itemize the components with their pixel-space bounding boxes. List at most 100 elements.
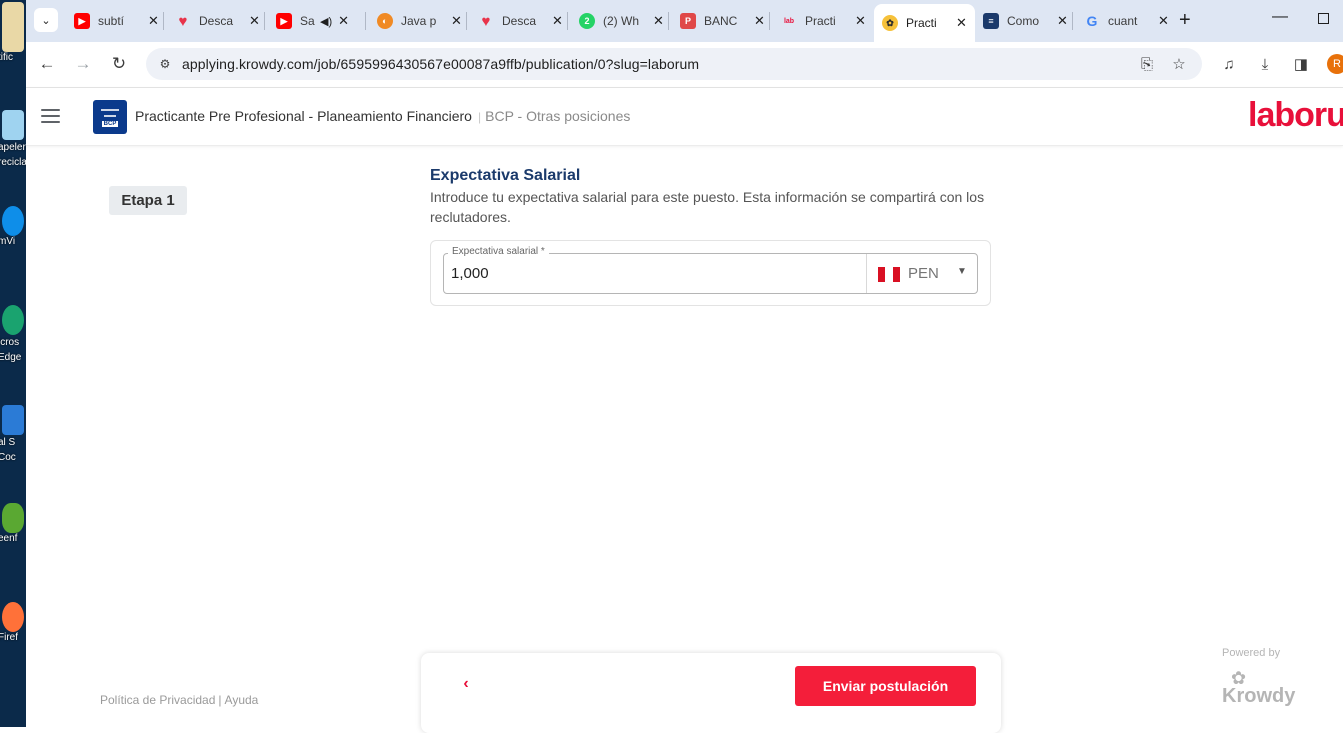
tab-practi-active[interactable]: ✿ Practi ✕ bbox=[874, 4, 975, 42]
previous-button[interactable]: ‹ bbox=[455, 673, 477, 695]
folder-icon bbox=[2, 2, 24, 52]
stage-badge: Etapa 1 bbox=[109, 186, 187, 215]
salary-input[interactable]: 1,000 bbox=[451, 265, 489, 282]
close-icon[interactable]: ✕ bbox=[1158, 13, 1169, 29]
close-icon[interactable]: ✕ bbox=[653, 13, 664, 29]
close-icon[interactable]: ✕ bbox=[855, 13, 866, 29]
heart-icon: ♥ bbox=[178, 12, 188, 30]
desktop-item-firefox[interactable]: Firef bbox=[0, 602, 26, 643]
close-icon[interactable]: ✕ bbox=[249, 13, 260, 29]
tab-title: Desca bbox=[502, 14, 537, 28]
salary-card: Expectativa salarial * 1,000 PEN ▼ bbox=[430, 240, 991, 306]
tab-laborum[interactable]: lab Practi ✕ bbox=[773, 6, 874, 36]
bookmark-star-icon[interactable]: ☆ bbox=[1170, 55, 1188, 73]
speaker-icon[interactable]: ◀) bbox=[320, 15, 332, 28]
tab-title: subtí bbox=[98, 14, 125, 28]
tab-youtube-2[interactable]: ▶ Sa ◀) ✕ bbox=[268, 6, 369, 36]
page-header: BCP Practicante Pre Profesional - Planea… bbox=[26, 88, 1343, 146]
section-description: Introduce tu expectativa salarial para e… bbox=[430, 189, 985, 225]
site-info-icon[interactable]: ⚙ bbox=[156, 55, 174, 73]
section-title: Expectativa Salarial bbox=[430, 167, 581, 184]
close-icon[interactable]: ✕ bbox=[451, 13, 462, 29]
minimize-button[interactable]: — bbox=[1272, 8, 1288, 26]
teamviewer-icon bbox=[2, 206, 24, 236]
tab-strip: ⌄ ▶ subtí ✕ ♥ Desca ✕ ▶ Sa ◀) ✕ ◐ Java p… bbox=[26, 0, 1343, 42]
bee-icon: ✿ bbox=[882, 15, 898, 31]
install-app-icon[interactable]: ⎘ bbox=[1138, 55, 1156, 73]
google-icon: G bbox=[1086, 13, 1098, 29]
tab-title: Practi bbox=[906, 16, 937, 30]
tab-title: Java p bbox=[401, 14, 437, 28]
youtube-icon: ▶ bbox=[74, 13, 90, 29]
tab-title: Desca bbox=[199, 14, 234, 28]
job-title: Practicante Pre Profesional - Planeamien… bbox=[135, 108, 472, 124]
desktop-item-label: al S Coc bbox=[0, 437, 16, 463]
profile-avatar[interactable]: R bbox=[1327, 54, 1343, 74]
forward-arrow-icon[interactable]: → bbox=[72, 53, 94, 75]
edge-icon bbox=[2, 305, 24, 335]
salary-field-label: Expectativa salarial * bbox=[448, 246, 549, 257]
tab-title: Como bbox=[1007, 14, 1040, 28]
reload-icon[interactable]: ↻ bbox=[108, 53, 130, 75]
tab-descarga-2[interactable]: ♥ Desca ✕ bbox=[470, 6, 571, 36]
footer-links: Política de Privacidad | Ayuda bbox=[100, 693, 259, 707]
submit-application-button[interactable]: Enviar postulación bbox=[795, 666, 976, 706]
tab-title: Practi bbox=[805, 14, 836, 28]
desktop-item-label: tific bbox=[0, 52, 13, 63]
company-logo: BCP bbox=[93, 100, 127, 134]
tab-title: BANC bbox=[704, 14, 738, 28]
action-bar: ‹ Enviar postulación bbox=[421, 653, 1001, 733]
currency-code: PEN bbox=[908, 265, 939, 282]
desktop-item-recycle-bin[interactable]: apelera reciclaje bbox=[0, 110, 26, 170]
downloads-icon[interactable]: ⤓ bbox=[1255, 54, 1275, 74]
media-controls-icon[interactable]: ♫ bbox=[1219, 54, 1239, 74]
desktop-item-folder[interactable]: tific bbox=[0, 2, 26, 63]
salary-field[interactable]: Expectativa salarial * 1,000 PEN ▼ bbox=[443, 246, 978, 294]
close-icon[interactable]: ✕ bbox=[148, 13, 159, 29]
address-bar[interactable]: ⚙ applying.krowdy.com/job/6595996430567e… bbox=[146, 48, 1202, 80]
maximize-button[interactable] bbox=[1318, 13, 1329, 24]
firefox-icon bbox=[2, 602, 24, 632]
close-icon[interactable]: ✕ bbox=[338, 13, 349, 29]
tab-java[interactable]: ◐ Java p ✕ bbox=[369, 6, 470, 36]
youtube-icon: ▶ bbox=[276, 13, 292, 29]
greenfoot-icon bbox=[2, 503, 24, 533]
browser-window: ⌄ ▶ subtí ✕ ♥ Desca ✕ ▶ Sa ◀) ✕ ◐ Java p… bbox=[26, 0, 1343, 733]
close-icon[interactable]: ✕ bbox=[754, 13, 765, 29]
desktop-item-vscode[interactable]: al S Coc bbox=[0, 405, 26, 465]
job-subtitle: BCP - Otras posiciones bbox=[478, 108, 630, 124]
menu-icon[interactable] bbox=[41, 109, 60, 123]
help-link[interactable]: Ayuda bbox=[225, 693, 259, 707]
back-arrow-icon[interactable]: ← bbox=[36, 53, 58, 75]
close-icon[interactable]: ✕ bbox=[956, 15, 967, 31]
tab-descarga-1[interactable]: ♥ Desca ✕ bbox=[167, 6, 268, 36]
tab-whatsapp[interactable]: 2 (2) Wh ✕ bbox=[571, 6, 672, 36]
desktop-item-label: apelera reciclaje bbox=[0, 142, 26, 168]
url-text[interactable]: applying.krowdy.com/job/6595996430567e00… bbox=[182, 56, 699, 72]
new-tab-button[interactable]: + bbox=[1179, 9, 1191, 31]
whatsapp-icon: 2 bbox=[579, 13, 595, 29]
tab-title: (2) Wh bbox=[603, 14, 639, 28]
currency-select[interactable]: PEN ▼ bbox=[866, 254, 978, 293]
desktop-item-label: Firef bbox=[0, 632, 18, 643]
laborum-icon: lab bbox=[783, 17, 795, 25]
privacy-link[interactable]: Política de Privacidad bbox=[100, 693, 215, 707]
tab-youtube-1[interactable]: ▶ subtí ✕ bbox=[66, 6, 167, 36]
close-icon[interactable]: ✕ bbox=[1057, 13, 1068, 29]
desktop-item-edge[interactable]: icros Edge bbox=[0, 305, 26, 365]
tab-search-button[interactable]: ⌄ bbox=[34, 8, 58, 32]
heart-icon: ♥ bbox=[481, 12, 491, 30]
chevron-down-icon: ⌄ bbox=[41, 14, 51, 27]
desktop-icon-strip: tific apelera reciclaje mVi icros Edge a… bbox=[0, 0, 26, 727]
desktop-item-teamviewer[interactable]: mVi bbox=[0, 206, 26, 247]
tab-banco-pdf[interactable]: P BANC ✕ bbox=[672, 6, 773, 36]
side-panel-icon[interactable]: ◨ bbox=[1291, 54, 1311, 74]
tab-google[interactable]: G cuant ✕ bbox=[1076, 6, 1177, 36]
desktop-item-label: mVi bbox=[0, 236, 16, 247]
desktop-item-greenfoot[interactable]: eenf bbox=[0, 503, 26, 544]
page-content: BCP Practicante Pre Profesional - Planea… bbox=[26, 88, 1343, 733]
vscode-icon bbox=[2, 405, 24, 435]
close-icon[interactable]: ✕ bbox=[552, 13, 563, 29]
krowdy-logo: Krowdy bbox=[1222, 685, 1296, 707]
tab-como[interactable]: ≡ Como ✕ bbox=[975, 6, 1076, 36]
